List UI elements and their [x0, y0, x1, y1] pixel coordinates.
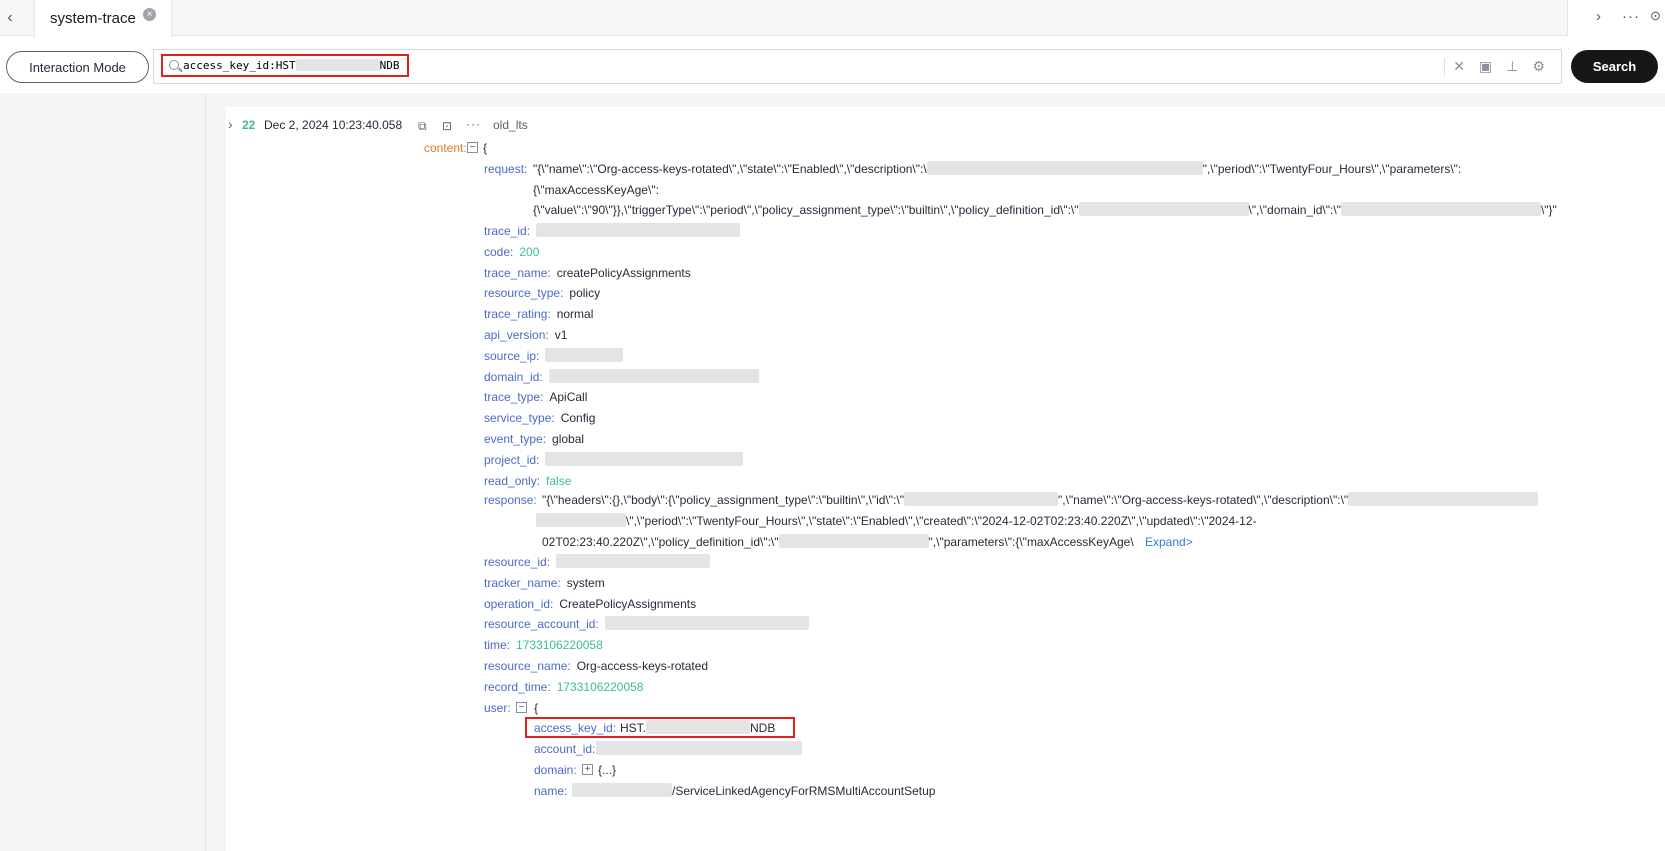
request-line-3: {\"value\":\"90\"}},\"triggerType\":\"pe… [533, 202, 1557, 217]
field-key: code: [484, 244, 514, 259]
collapse-icon[interactable]: − [467, 142, 478, 153]
field-value: 1733106220058 [556, 679, 644, 694]
search-tools: ✕ ▣ ⊥ ⚙ [1444, 58, 1545, 76]
tab-bar-actions: › ··· ⊙ [1567, 0, 1665, 36]
field-key: resource_type: [484, 286, 564, 301]
field-value [604, 616, 809, 632]
search-query[interactable]: access_key_id:HST NDB [183, 59, 399, 72]
field-value [536, 223, 741, 239]
field-value: createPolicyAssignments [556, 265, 691, 280]
field-key: time: [484, 638, 511, 653]
response-line-3: 02T02:23:40.220Z\",\"policy_definition_i… [542, 534, 1193, 549]
field-value [545, 451, 744, 468]
content-open-brace: { [483, 141, 488, 155]
field-value: global [552, 432, 585, 446]
field-value: normal [556, 307, 594, 322]
domain-collapsed[interactable]: {...} [598, 762, 616, 778]
field-key: source_ip: [484, 348, 540, 363]
field-key: tracker_name: [484, 575, 561, 590]
user-key: user: [484, 701, 511, 715]
collapse-icon[interactable]: − [516, 702, 527, 713]
field-key: trace_type: [484, 390, 544, 405]
clear-icon[interactable]: ✕ [1453, 58, 1465, 76]
field-key: trace_id: [484, 224, 531, 238]
field-value [548, 368, 759, 385]
request-line-1: "{\"name\":\"Org-access-keys-rotated\",\… [533, 161, 1462, 176]
tab-bar: ‹ system-trace × › ··· ⊙ [0, 0, 1665, 37]
field-value: v1 [554, 328, 568, 342]
tab-system-trace[interactable]: system-trace × [34, 0, 172, 37]
account-id-key: account_id: [534, 742, 596, 756]
request-line-2: {\"maxAccessKeyAge\": [533, 183, 659, 197]
field-value [556, 554, 711, 570]
field-key: service_type: [484, 411, 555, 426]
field-key: domain_id: [484, 369, 543, 384]
chevron-right-icon[interactable]: › [1596, 8, 1601, 25]
field-key: read_only: [484, 473, 541, 488]
left-panel [0, 93, 206, 851]
log-timestamp: Dec 2, 2024 10:23:40.058 [264, 118, 403, 132]
response-line-1: "{\"headers\":{},\"body\":{\"policy_assi… [542, 492, 1539, 508]
search-input[interactable]: access_key_id:HST NDB ✕ ▣ ⊥ ⚙ [153, 49, 1562, 84]
account-id-value [596, 741, 802, 757]
name-key: name: [534, 784, 568, 798]
name-value: /ServiceLinkedAgencyForRMSMultiAccountSe… [572, 783, 935, 799]
field-value: policy [569, 286, 601, 301]
field-key: trace_rating: [484, 307, 551, 322]
field-value [545, 347, 624, 364]
expand-icon[interactable]: + [582, 764, 593, 775]
field-key: operation_id: [484, 596, 554, 611]
expand-row-icon[interactable]: › [228, 116, 233, 132]
field-key: resource_id: [484, 555, 551, 569]
field-key: resource_name: [484, 659, 571, 673]
field-value: Config [560, 411, 596, 426]
field-key: record_time: [484, 679, 551, 694]
pin-icon[interactable]: ⊥ [1506, 58, 1518, 76]
help-icon[interactable]: ⊙ [1650, 8, 1661, 24]
log-source: old_lts [493, 118, 528, 132]
context-icon[interactable]: ⊡ [442, 118, 452, 134]
access-key-id-key: access_key_id: [534, 721, 617, 735]
close-icon[interactable]: × [143, 8, 156, 21]
user-open-brace: { [534, 701, 539, 715]
more-icon[interactable]: ··· [1622, 8, 1640, 25]
chevron-left-icon[interactable]: ‹ [0, 0, 20, 36]
content-key: content: [424, 141, 467, 155]
domain-key: domain: [534, 763, 577, 777]
search-button[interactable]: Search [1571, 50, 1658, 83]
search-icon [169, 60, 179, 70]
request-key: request: [484, 162, 528, 176]
row-number: 22 [242, 118, 256, 132]
interaction-mode-button[interactable]: Interaction Mode [6, 51, 149, 83]
field-value: ApiCall [549, 390, 588, 405]
copy-icon[interactable]: ⧉ [418, 118, 427, 134]
content-area: › 22 Dec 2, 2024 10:23:40.058 ⧉ ⊡ ··· ol… [0, 93, 1665, 851]
field-value: 1733106220058 [516, 638, 603, 653]
response-key: response: [484, 493, 537, 507]
field-value: system [566, 575, 605, 590]
save-icon[interactable]: ▣ [1479, 58, 1492, 76]
tab-label: system-trace [50, 10, 136, 27]
log-panel: › 22 Dec 2, 2024 10:23:40.058 ⧉ ⊡ ··· ol… [226, 107, 1665, 851]
field-key: trace_name: [484, 265, 551, 280]
field-key: api_version: [484, 328, 549, 342]
field-key: event_type: [484, 432, 547, 446]
search-highlight-box: access_key_id:HST NDB [161, 54, 409, 77]
response-line-2: \",\"period\":\"TwentyFour_Hours\",\"sta… [536, 513, 1257, 529]
field-value: 200 [519, 244, 540, 259]
gear-icon[interactable]: ⚙ [1532, 58, 1545, 76]
field-value: Org-access-keys-rotated [576, 659, 709, 673]
expand-link[interactable]: Expand> [1145, 535, 1193, 549]
more-icon[interactable]: ··· [466, 116, 481, 132]
field-key: resource_account_id: [484, 617, 599, 632]
field-value: false [546, 473, 572, 488]
field-value: CreatePolicyAssignments [559, 596, 697, 611]
field-key: project_id: [484, 452, 540, 467]
access-key-id-value: HST. NDB [620, 720, 776, 735]
